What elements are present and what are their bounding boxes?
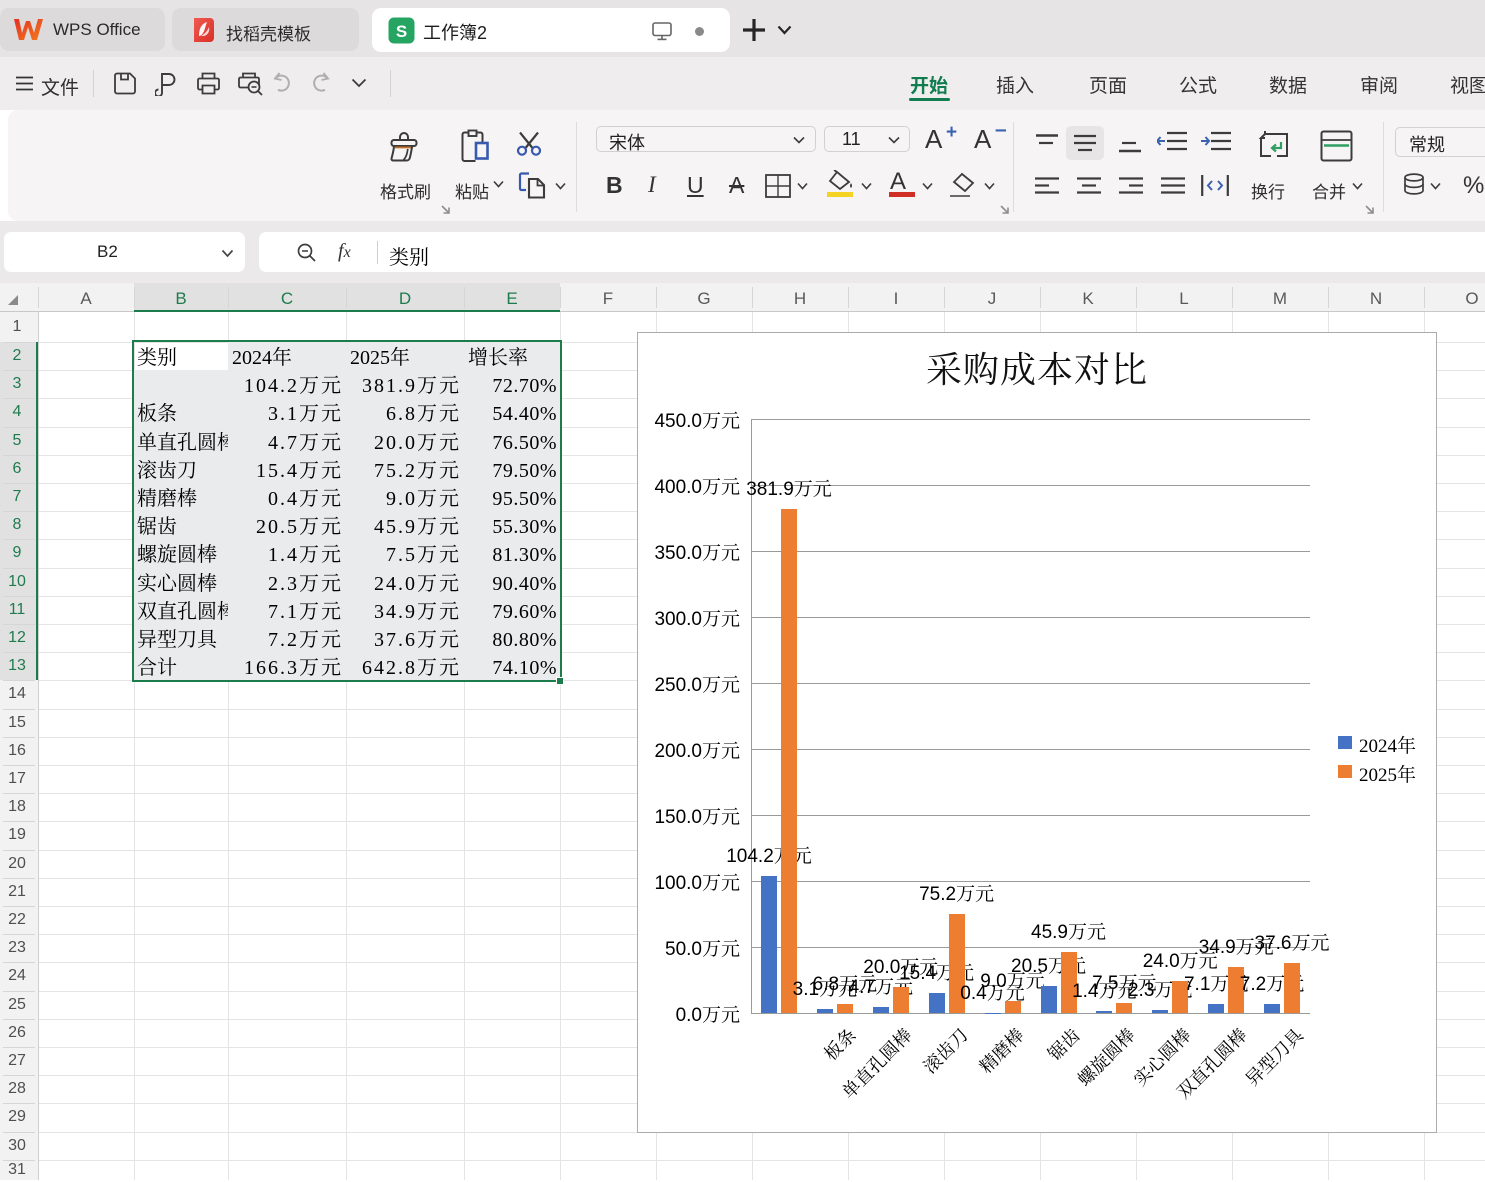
svg-text:S: S	[396, 22, 407, 41]
